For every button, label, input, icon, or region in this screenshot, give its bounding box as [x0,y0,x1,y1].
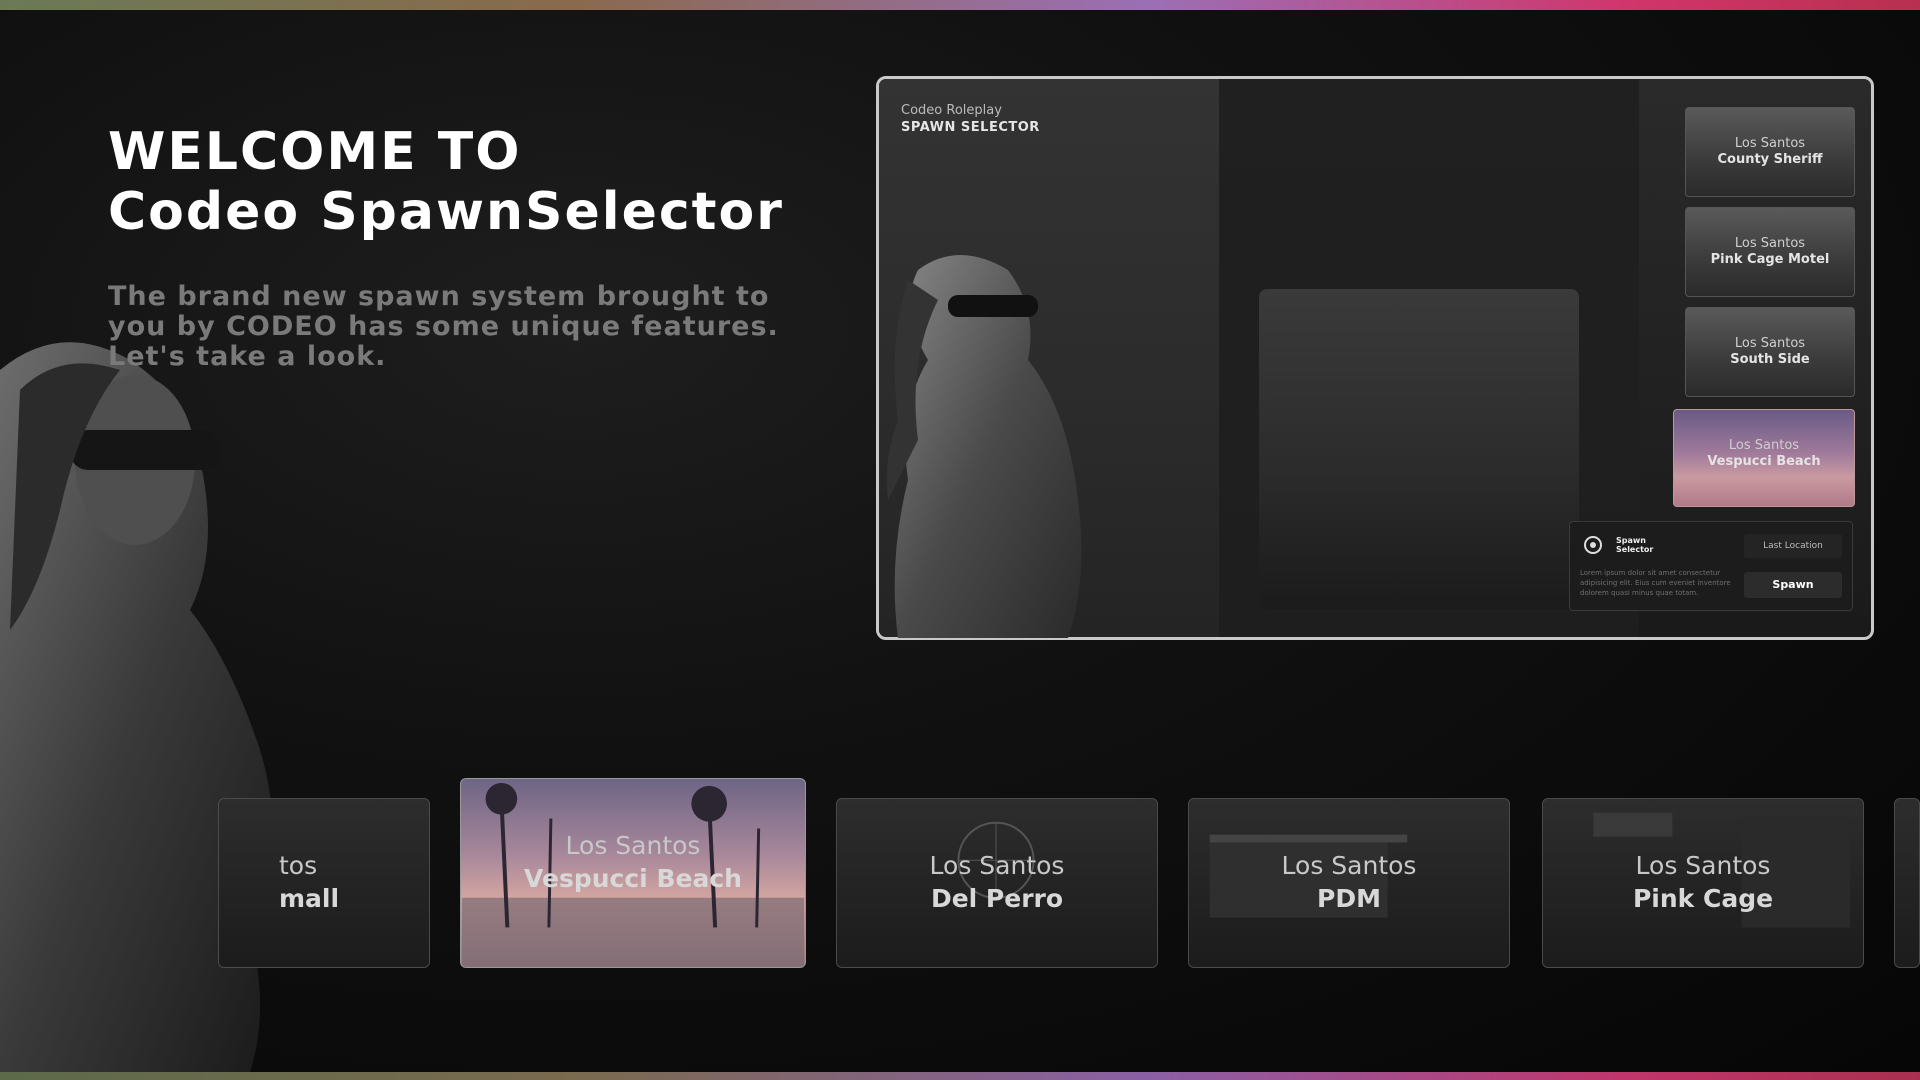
ferris-wheel-illustration [957,821,1035,899]
hero-description: The brand new spawn system brought to yo… [108,281,779,372]
location-city: Los Santos [1734,236,1806,251]
map-pin-icon [1584,536,1602,554]
carousel-card-mall[interactable]: tos mall [218,798,430,968]
carousel-place: Vespucci Beach [524,864,742,893]
carousel-card-pink-cage[interactable]: Los Santos Pink Cage [1542,798,1864,968]
hero-title-line1: WELCOME TO [108,122,522,182]
location-card-county-sheriff[interactable]: Los Santos County Sheriff [1685,107,1855,197]
hero-title-line2: Codeo SpawnSelector [108,182,784,242]
carousel-place: mall [279,884,340,913]
carousel-card-vespucci-beach[interactable]: Los Santos Vespucci Beach [460,778,806,968]
carousel-city: Los Santos [565,831,701,860]
carousel-city: Los Santos [1281,851,1417,880]
location-name: Vespucci Beach [1707,454,1821,469]
location-card-vespucci-beach[interactable]: Los Santos Vespucci Beach [1673,409,1855,507]
spawn-panel-title: Spawn Selector [1616,536,1654,554]
last-location-button[interactable]: Last Location [1744,534,1842,558]
location-name: County Sheriff [1717,152,1823,167]
location-name: Pink Cage Motel [1710,252,1830,267]
character-illustration-preview [886,255,1082,638]
preview-brand-title: SPAWN SELECTOR [901,120,1040,135]
location-city: Los Santos [1728,438,1800,453]
location-card-south-side[interactable]: Los Santos South Side [1685,307,1855,397]
motel-illustration [1593,812,1851,928]
spawn-panel-description: Lorem ipsum dolor sit amet consectetur a… [1580,569,1731,597]
carousel-card-pdm[interactable]: Los Santos PDM [1188,798,1510,968]
location-city: Los Santos [1734,336,1806,351]
spawn-panel: Spawn Selector Lorem ipsum dolor sit ame… [1569,521,1853,611]
location-card-pink-cage-motel[interactable]: Los Santos Pink Cage Motel [1685,207,1855,297]
carousel-city: Los Santos [1635,851,1771,880]
carousel-card-del-perro[interactable]: Los Santos Del Perro [836,798,1158,968]
carousel-card-next-partial[interactable] [1894,798,1920,968]
carousel-place: PDM [1317,884,1381,913]
preview-scene-image [1259,289,1579,609]
spawn-button[interactable]: Spawn [1744,572,1842,598]
dealership-illustration [1209,834,1408,918]
carousel-place: Del Perro [930,884,1064,913]
location-name: South Side [1730,352,1810,367]
bottom-gradient-bar [0,1072,1920,1080]
location-city: Los Santos [1734,136,1806,151]
carousel-city: Los Santos [929,851,1065,880]
top-gradient-bar [0,0,1920,10]
carousel-city: tos [279,851,318,880]
preview-brand-subtitle: Codeo Roleplay [901,103,1002,118]
carousel-place: Pink Cage [1632,884,1774,913]
